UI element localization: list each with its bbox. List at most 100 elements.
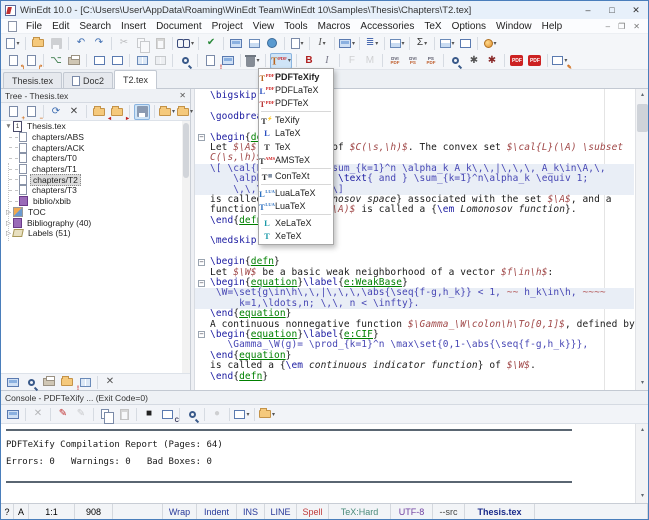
split-columns-button[interactable] (134, 53, 150, 69)
copy-output-button[interactable] (98, 406, 114, 424)
erase-output-button[interactable]: ▾ (245, 53, 261, 69)
menu-item-xetex[interactable]: T XeTeX (259, 229, 333, 242)
console-output[interactable]: PDFTeXify Compilation Report (Pages: 64)… (1, 424, 648, 503)
tree-item-chapters-t3[interactable]: chapters/T3 (1, 185, 190, 196)
menu-item-pdflatex[interactable]: LPDF PDFLaTeX (259, 83, 333, 96)
stop-button[interactable]: ■ (141, 406, 157, 422)
find-button[interactable]: ▾ (177, 35, 194, 51)
tree-scrollbar-thumb[interactable] (183, 123, 189, 178)
tree-button[interactable]: ⌥ (48, 53, 64, 69)
text-style-button[interactable]: I ▾ (314, 35, 330, 51)
folder-red-button[interactable]: ! (59, 374, 79, 392)
insert-list-button[interactable]: ≣ ▾ (364, 35, 380, 51)
scroll-down-icon[interactable]: ▾ (636, 377, 648, 390)
pdfxchange-button[interactable]: PDF (527, 53, 543, 69)
move-left-button[interactable]: ◂ (91, 104, 111, 122)
fold-marker-icon[interactable]: − (198, 279, 205, 287)
redo-button[interactable]: ↷ (91, 35, 107, 51)
cut-button[interactable]: ✂ (116, 35, 132, 51)
menu-document[interactable]: Document (151, 21, 207, 32)
status-format[interactable]: TeX:Hard (329, 504, 391, 519)
dvi2pdf-button[interactable]: DVI PDF (387, 53, 403, 69)
menu-file[interactable]: File (21, 21, 47, 32)
italic-button[interactable]: I (319, 53, 335, 69)
menu-insert[interactable]: Insert (116, 21, 151, 32)
menu-item-luatex[interactable]: TLUA LuaTeX (259, 200, 333, 213)
console-scroll-down-icon[interactable]: ▾ (636, 490, 648, 503)
status-cursor[interactable]: 1:1 (29, 504, 75, 519)
tree-close-icon[interactable]: ✕ (179, 91, 186, 100)
pdftexify-button[interactable]: TPDF ▾ (270, 52, 292, 69)
tree-item-thesis-tex[interactable]: ▼ 1 Thesis.tex (1, 121, 190, 132)
document-options-button[interactable]: ▾ (289, 35, 305, 51)
folder-button[interactable]: ▾ (177, 104, 193, 120)
status-filename[interactable]: Thesis.tex (465, 504, 535, 519)
web-button[interactable] (264, 35, 280, 51)
panel-button[interactable] (5, 374, 21, 390)
status-fill[interactable] (535, 504, 648, 519)
dvi-preview-button[interactable]: ✱ (466, 53, 482, 69)
status-line-mode[interactable]: LINE (265, 504, 297, 519)
insert-down-button[interactable]: ↱ (23, 53, 43, 71)
panels-button[interactable] (228, 35, 244, 51)
tab-thesis-tex[interactable]: Thesis.tex (3, 72, 63, 88)
fold-marker-icon[interactable]: − (198, 134, 205, 142)
menu-tools[interactable]: Tools (279, 21, 312, 32)
menu-item-amstex[interactable]: TAMS AMSTeX (259, 153, 333, 166)
fold-marker-icon[interactable]: − (198, 331, 205, 339)
tree-item-chapters-t2[interactable]: chapters/T2 (1, 173, 190, 186)
table-button[interactable] (246, 35, 262, 51)
search-button[interactable] (23, 374, 39, 390)
menu-view[interactable]: View (248, 21, 280, 32)
find-output-button[interactable] (184, 406, 200, 422)
menu-item-xelatex[interactable]: L XeLaTeX (259, 216, 333, 229)
tree-item-chapters-t0[interactable]: chapters/T0 (1, 153, 190, 164)
move-right-button[interactable]: ▸ (109, 104, 129, 122)
menu-project[interactable]: Project (207, 21, 248, 32)
gsview-button[interactable]: ✱ (484, 53, 500, 69)
insert-table-button[interactable]: ▾ (389, 35, 405, 51)
undo-button[interactable]: ↶ (73, 35, 89, 51)
tree-scrollbar[interactable] (182, 121, 190, 373)
tree-item-chapters-abs[interactable]: chapters/ABS (1, 132, 190, 143)
output-settings-button[interactable]: ✎ ▾ (552, 53, 572, 71)
menu-window[interactable]: Window (491, 21, 537, 32)
matrix-button[interactable]: ▾ (439, 35, 455, 51)
tab-doc2[interactable]: Doc2 (63, 72, 114, 88)
record-button[interactable]: ● (209, 406, 225, 422)
close-output-button[interactable]: ✕ (30, 406, 46, 422)
zoom-button[interactable] (177, 53, 193, 69)
insert-document-button[interactable]: + (5, 104, 25, 122)
open-button[interactable] (30, 35, 46, 51)
menu-search[interactable]: Search (74, 21, 116, 32)
menu-edit[interactable]: Edit (47, 21, 74, 32)
save-button[interactable] (48, 35, 64, 51)
status-indent[interactable]: Indent (197, 504, 237, 519)
menu-accessories[interactable]: Accessories (355, 21, 419, 32)
status-help[interactable]: ? (1, 504, 14, 519)
chevron-down-icon[interactable]: ▼ (4, 123, 13, 130)
copy-button[interactable] (134, 35, 150, 53)
menu-item-pdftexify[interactable]: TPDF PDFTeXify (259, 70, 333, 83)
tree-item-labels-51-[interactable]: ▷ Labels (51) (1, 228, 190, 239)
menu-tex[interactable]: TeX (419, 21, 446, 32)
font-f-button[interactable]: F (344, 53, 360, 69)
editor-line-28[interactable]: \end{defn} (195, 371, 634, 382)
maximize-button[interactable]: □ (600, 2, 624, 19)
close-button[interactable]: ✕ (624, 2, 648, 19)
console-scrollbar[interactable]: ▴ ▾ (635, 424, 648, 503)
console-panel-button[interactable] (5, 406, 21, 422)
paste-output-button[interactable] (116, 406, 132, 422)
menu-item-latex[interactable]: L LaTeX (259, 127, 333, 140)
menu-item-tex[interactable]: T TeX (259, 140, 333, 153)
dvi2ps-button[interactable]: DVI PS (405, 53, 421, 69)
editor-scrollbar-thumb[interactable] (637, 104, 648, 132)
close-branch-button[interactable]: ✕ (66, 104, 82, 120)
select-frame-button[interactable] (91, 53, 107, 69)
minimize-button[interactable]: – (576, 2, 600, 19)
status-gap[interactable] (113, 504, 163, 519)
mdi-restore-button[interactable]: ❐ (614, 22, 629, 31)
mdi-minimize-button[interactable]: – (602, 22, 614, 31)
acrobat-button[interactable]: PDF (509, 53, 525, 69)
scroll-up-icon[interactable]: ▴ (636, 89, 648, 102)
